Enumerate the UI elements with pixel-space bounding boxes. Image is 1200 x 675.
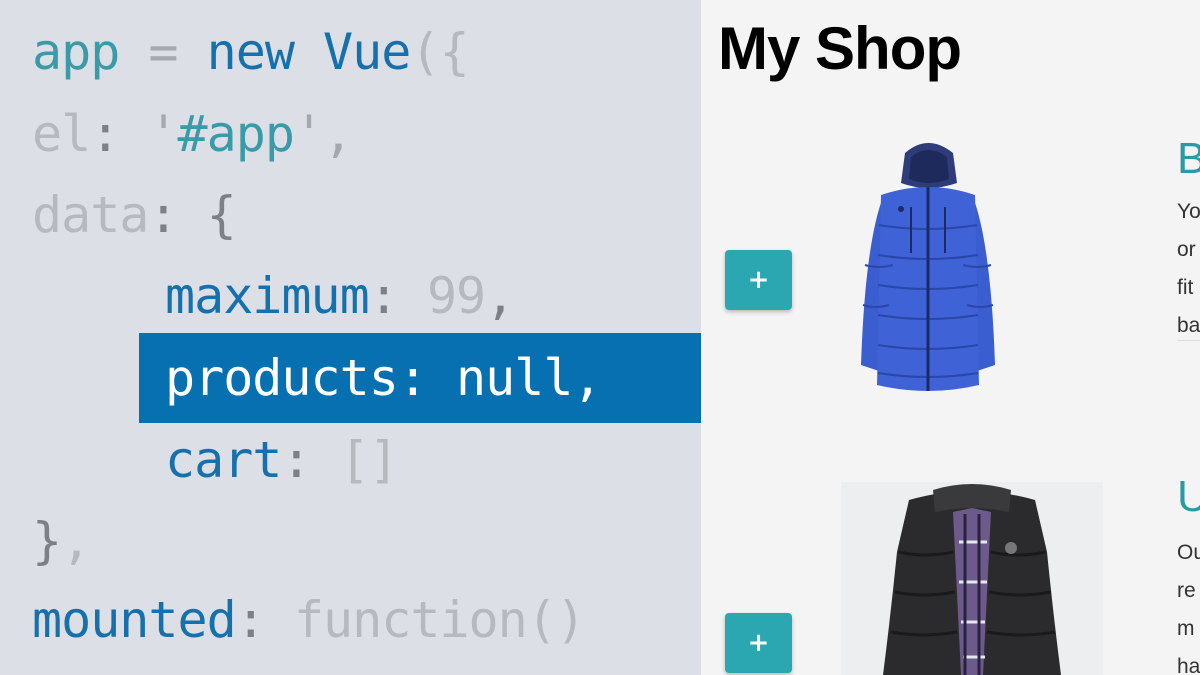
code-line-1: app = new Vue({	[32, 16, 470, 88]
code-token: '	[148, 105, 178, 163]
code-token: :	[235, 591, 294, 649]
code-token: cart	[165, 431, 282, 489]
code-token: []	[339, 431, 399, 489]
code-token: new	[206, 23, 295, 81]
code-token: ',	[293, 105, 353, 163]
code-token: function()	[293, 591, 586, 649]
code-line-7: },	[32, 505, 91, 577]
code-line-5-highlighted: products: null,	[165, 349, 603, 407]
blue-jacket-image	[861, 143, 995, 391]
code-line-3: data: {	[32, 179, 237, 251]
code-token: Vue	[293, 23, 411, 81]
product-divider	[1177, 340, 1200, 341]
code-line-6: cart: []	[165, 424, 399, 496]
code-token: app	[32, 23, 120, 81]
code-token: :	[148, 186, 207, 244]
add-to-cart-button[interactable]: +	[725, 613, 792, 673]
code-token: ,	[485, 267, 515, 325]
product-2-description: Ou re m ha	[1177, 541, 1200, 675]
code-token: data	[32, 186, 149, 244]
code-token: :	[368, 267, 427, 325]
code-token: ({	[410, 23, 469, 81]
code-token: maximum	[165, 267, 370, 325]
code-line-8: mounted: function()	[32, 584, 586, 656]
product-1-title: B	[1177, 134, 1200, 183]
code-token: ,	[61, 512, 91, 570]
code-token: #app	[177, 105, 295, 163]
code-line-2: el: '#app',	[32, 98, 353, 170]
add-to-cart-button[interactable]: +	[725, 250, 792, 310]
code-token: el	[32, 105, 91, 163]
code-token: :	[281, 431, 340, 489]
code-editor-panel: app = new Vue({ el: '#app', data: { maxi…	[0, 0, 701, 675]
code-line-4: maximum: 99,	[165, 260, 515, 332]
product-2-title: U	[1177, 472, 1200, 521]
code-token: 99	[426, 267, 486, 325]
code-token: {	[206, 186, 237, 244]
code-token: }	[32, 512, 62, 570]
page-title: My Shop	[718, 15, 962, 82]
code-token: mounted	[32, 591, 237, 649]
black-vest-image	[841, 482, 1103, 675]
shop-preview-panel: My Shop + B Yo or fit ba + U Ou re m ha	[701, 0, 1200, 675]
product-1-description: Yo or fit ba	[1177, 200, 1200, 337]
code-token: =	[119, 23, 207, 81]
code-token: :	[90, 105, 149, 163]
